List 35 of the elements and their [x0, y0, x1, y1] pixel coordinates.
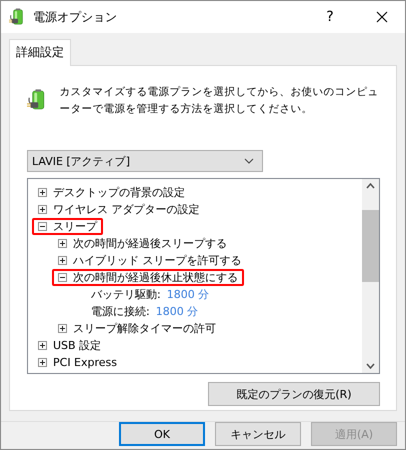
tree-item[interactable]: ワイヤレス アダプターの設定	[53, 202, 200, 217]
expand-icon[interactable]	[58, 239, 67, 248]
tree-item[interactable]: USB 設定	[53, 338, 102, 353]
chevron-down-icon	[244, 158, 254, 164]
dialog-button[interactable]: キャンセル	[215, 422, 301, 446]
expand-icon[interactable]	[58, 256, 67, 265]
setting-label: 電源に接続:	[91, 304, 150, 319]
scroll-down-icon[interactable]	[366, 363, 375, 369]
expand-icon[interactable]	[58, 324, 67, 333]
dialog-button[interactable]: OK	[119, 422, 205, 446]
tab[interactable]: 詳細設定	[9, 39, 71, 66]
description-text: カスタマイズする電源プランを選択してから、お使いのコンピューターで電源を管理する方法を選択してください。	[59, 85, 380, 117]
tree-item[interactable]: デスクトップの背景の設定	[53, 185, 185, 200]
collapse-icon[interactable]	[38, 222, 47, 231]
scrollbar[interactable]	[362, 179, 379, 373]
tree-item[interactable]: ハイブリッド スリープを許可する	[73, 253, 242, 268]
tree-item[interactable]: スリープ解除タイマーの許可	[73, 321, 216, 336]
plan-dropdown[interactable]: LAVIE [アクティブ]	[27, 150, 263, 172]
window-title: 電源オプション	[33, 8, 118, 26]
scroll-up-icon[interactable]	[366, 183, 375, 189]
collapse-icon[interactable]	[58, 273, 67, 282]
tree-item[interactable]: スリープ	[53, 219, 97, 234]
close-icon	[376, 11, 388, 23]
setting-value[interactable]: 1800 分	[166, 287, 210, 302]
expand-icon[interactable]	[38, 341, 47, 350]
expand-icon[interactable]	[38, 205, 47, 214]
help-button[interactable]: ?	[307, 1, 353, 33]
tree-item[interactable]: 次の時間が経過後スリープする	[73, 236, 227, 251]
expand-icon[interactable]	[38, 188, 47, 197]
restore-defaults-button[interactable]: 既定のプランの復元(R)	[208, 382, 380, 406]
setting-value[interactable]: 1800 分	[156, 304, 198, 319]
expand-icon[interactable]	[38, 358, 47, 367]
setting-label: バッテリ駆動:	[91, 287, 161, 302]
tree-item[interactable]: 次の時間が経過後休止状態にする	[73, 270, 238, 285]
tree-item[interactable]: PCI Express	[53, 356, 118, 369]
